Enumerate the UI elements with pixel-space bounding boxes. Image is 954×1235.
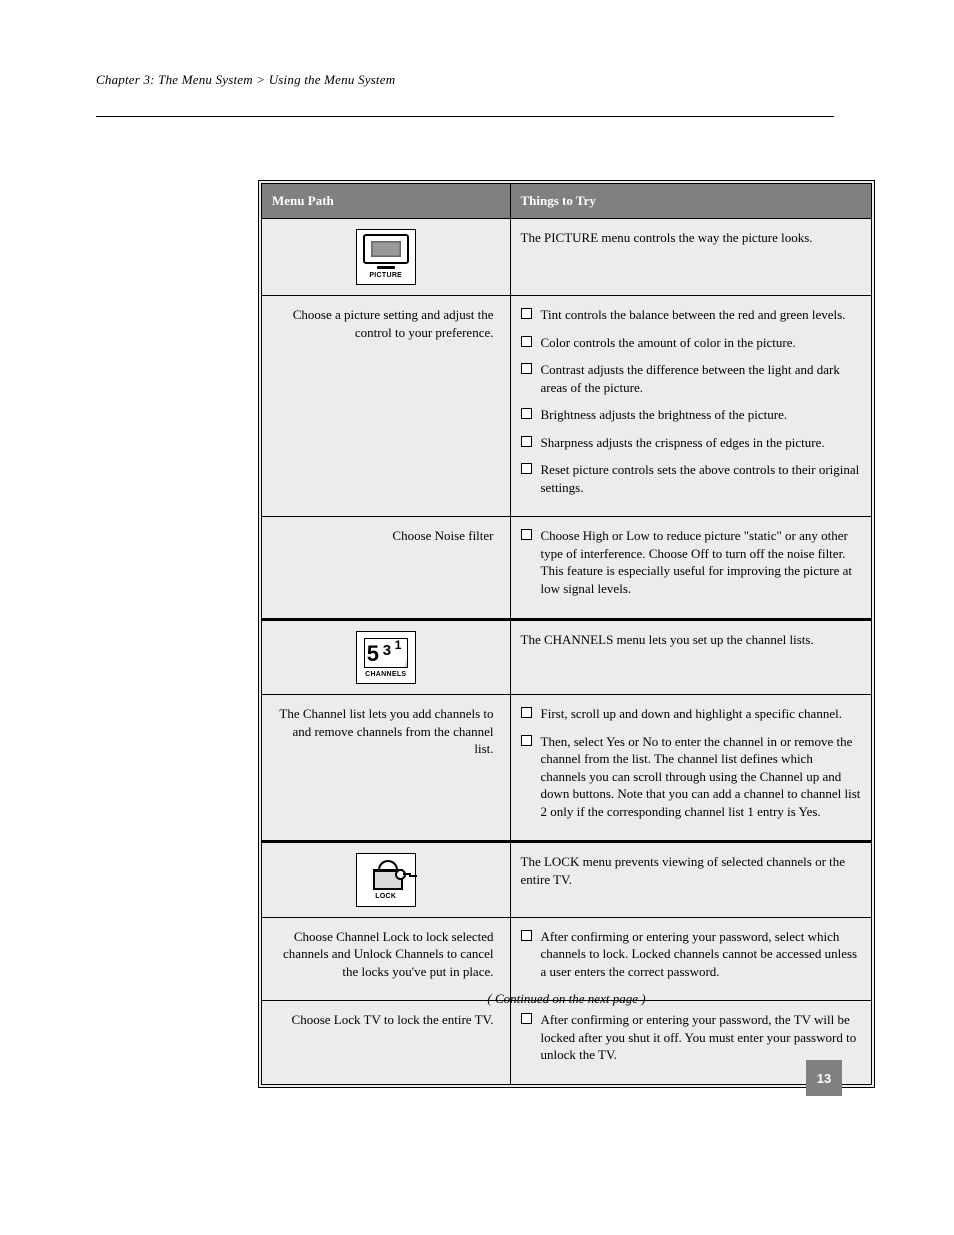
continued-note: ( Continued on the next page ) <box>258 990 875 1008</box>
bullet-list: After confirming or entering your passwo… <box>521 928 862 981</box>
list-item: Contrast adjusts the difference between … <box>521 361 862 396</box>
list-item: After confirming or entering your passwo… <box>521 1011 862 1064</box>
list-item: Tint controls the balance between the re… <box>521 306 862 324</box>
row-label: Choose a picture setting and adjust the … <box>262 295 510 516</box>
list-item: Brightness adjusts the brightness of the… <box>521 406 862 424</box>
row-label: Choose Lock TV to lock the entire TV. <box>262 1001 510 1084</box>
page-header: Chapter 3: The Menu System > Using the M… <box>96 72 834 117</box>
table-row: Choose Noise filter Choose High or Low t… <box>262 517 871 619</box>
menu-table: Menu Path Things to Try PICTURE The PICT… <box>258 180 875 1088</box>
picture-icon: PICTURE <box>356 229 416 285</box>
list-item: Then, select Yes or No to enter the chan… <box>521 733 862 821</box>
list-item: First, scroll up and down and highlight … <box>521 705 862 723</box>
bullet-list: After confirming or entering your passwo… <box>521 1011 862 1064</box>
section-channels-head: 531 CHANNELS The CHANNELS menu lets you … <box>262 619 871 694</box>
lock-icon: LOCK <box>356 853 416 906</box>
col-header-menu-path: Menu Path <box>262 184 510 218</box>
row-label: The Channel list lets you add channels t… <box>262 694 510 841</box>
list-item: Choose High or Low to reduce picture "st… <box>521 527 862 597</box>
breadcrumb: Chapter 3: The Menu System > Using the M… <box>96 72 834 88</box>
list-item: Sharpness adjusts the crispness of edges… <box>521 434 862 452</box>
section-picture-head: PICTURE The PICTURE menu controls the wa… <box>262 218 871 295</box>
table-row: Choose a picture setting and adjust the … <box>262 295 871 516</box>
list-item: After confirming or entering your passwo… <box>521 928 862 981</box>
bullet-list: Tint controls the balance between the re… <box>521 306 862 496</box>
list-item: Color controls the amount of color in th… <box>521 334 862 352</box>
bullet-list: First, scroll up and down and highlight … <box>521 705 862 820</box>
channels-icon: 531 CHANNELS <box>356 631 416 684</box>
section-lock-head: LOCK The LOCK menu prevents viewing of s… <box>262 842 871 917</box>
row-label: Choose Noise filter <box>262 517 510 619</box>
table-row: Choose Channel Lock to lock selected cha… <box>262 917 871 1001</box>
section-picture-desc: The PICTURE menu controls the way the pi… <box>510 218 871 295</box>
table-head-row: Menu Path Things to Try <box>262 184 871 218</box>
bullet-list: Choose High or Low to reduce picture "st… <box>521 527 862 597</box>
page-number: 13 <box>806 1060 842 1096</box>
table-row: The Channel list lets you add channels t… <box>262 694 871 841</box>
col-header-things-to-try: Things to Try <box>510 184 871 218</box>
section-channels-desc: The CHANNELS menu lets you set up the ch… <box>510 619 871 694</box>
list-item: Reset picture controls sets the above co… <box>521 461 862 496</box>
header-rule <box>96 116 834 117</box>
table-row: Choose Lock TV to lock the entire TV. Af… <box>262 1001 871 1084</box>
section-lock-desc: The LOCK menu prevents viewing of select… <box>510 842 871 917</box>
row-label: Choose Channel Lock to lock selected cha… <box>262 917 510 1001</box>
